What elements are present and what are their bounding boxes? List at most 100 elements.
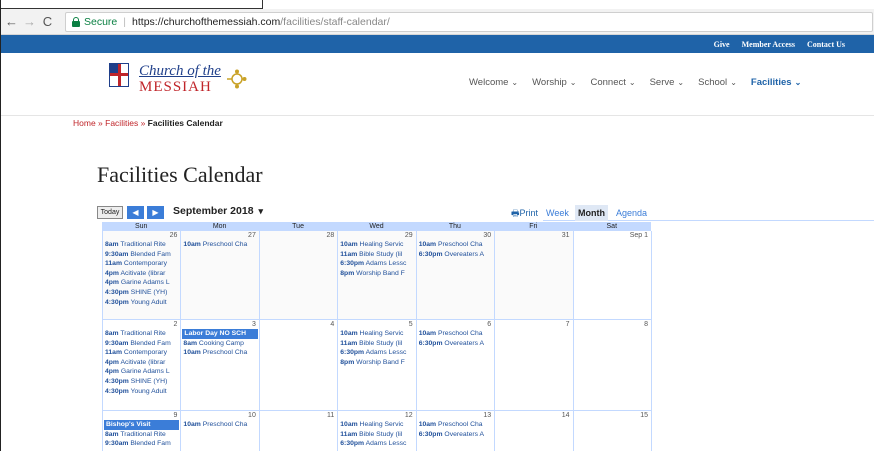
next-month-button[interactable]: ▶: [147, 206, 164, 219]
all-day-event[interactable]: Bishop's Visit: [104, 420, 180, 430]
calendar-event[interactable]: 8pm Worship Band F: [338, 269, 415, 279]
calendar-day-cell[interactable]: 28: [259, 231, 339, 319]
calendar-day-cell[interactable]: 26 8am Traditional Rite 9:30am Blended Fam…: [103, 231, 182, 319]
address-bar[interactable]: Secure | https://churchofthemessiah.com /…: [65, 12, 873, 32]
calendar-event[interactable]: 10am Preschool Cha: [181, 240, 258, 250]
calendar-event[interactable]: 4pm Garine Adams L: [103, 278, 180, 288]
calendar-day-cell[interactable]: 11: [260, 411, 339, 451]
calendar-event[interactable]: 4pm Acitivate (librar: [103, 358, 180, 368]
calendar-day-cell[interactable]: 29 10am Healing Servic 11am Bible Study (l…: [338, 231, 417, 319]
day-number: 3: [251, 321, 256, 328]
calendar-day-cell[interactable]: 7: [495, 320, 574, 410]
calendar-event[interactable]: 4pm Garine Adams L: [103, 367, 180, 377]
calendar-day-cell[interactable]: 6 10am Preschool Cha 6:30pm Overeaters A: [417, 320, 496, 410]
calendar-event[interactable]: 11am Contemporary: [103, 348, 180, 358]
calendar-event[interactable]: 6:30pm Adams Lessc: [338, 439, 415, 449]
calendar-event[interactable]: 11am Bible Study (lil: [338, 250, 415, 260]
calendar-event[interactable]: 6:30pm Overeaters A: [417, 339, 494, 349]
topbar-link-give[interactable]: Give: [714, 40, 730, 49]
calendar-day-cell[interactable]: 8: [574, 320, 652, 410]
calendar-day-cell[interactable]: 31: [495, 231, 574, 319]
calendar-day-cell[interactable]: 10 10am Preschool Cha: [181, 411, 260, 451]
tab-month[interactable]: Month: [575, 205, 608, 221]
nav-item-school[interactable]: School ⌄: [698, 77, 737, 88]
event-time: 11am: [105, 260, 123, 268]
calendar-event[interactable]: 10am Preschool Cha: [181, 348, 258, 358]
all-day-event[interactable]: Labor Day NO SCH: [182, 329, 258, 339]
calendar-day-cell[interactable]: 5 10am Healing Servic 11am Bible Study (li…: [338, 320, 417, 410]
calendar-event[interactable]: 8am Traditional Rite: [103, 430, 180, 440]
calendar-event[interactable]: 10am Preschool Cha: [417, 329, 494, 339]
screenshot-frame: ← → C Secure | https://churchofthemessia…: [0, 0, 874, 451]
calendar-day-cell[interactable]: 14: [495, 411, 574, 451]
nav-item-worship[interactable]: Worship ⌄: [532, 77, 576, 88]
breadcrumb-home[interactable]: Home: [73, 118, 96, 128]
reload-button[interactable]: C: [40, 13, 55, 31]
calendar-event[interactable]: 6:30pm Adams Lessc: [338, 348, 415, 358]
calendar-event[interactable]: 4:30pm SHINE (YH): [103, 288, 180, 298]
event-title: Healing Servic: [357, 241, 404, 248]
chevron-down-icon: ⌄: [794, 78, 802, 87]
calendar-day-cell[interactable]: 2 8am Traditional Rite 9:30am Blended Fam 1…: [103, 320, 182, 410]
forward-button[interactable]: →: [22, 13, 37, 31]
calendar-event[interactable]: 6:30pm Overeaters A: [417, 430, 494, 440]
calendar-event[interactable]: 11am Bible Study (lil: [338, 339, 415, 349]
calendar-event[interactable]: 10am Healing Servic: [338, 240, 415, 250]
chevron-down-icon: ⌄: [628, 78, 636, 87]
calendar-event[interactable]: 8am Traditional Rite: [103, 329, 180, 339]
calendar-day-cell[interactable]: 12 10am Healing Servic 11am Bible Study (l…: [338, 411, 417, 451]
calendar-event[interactable]: 9:30am Blended Fam: [103, 339, 180, 349]
calendar-event[interactable]: 9:30am Blended Fam: [103, 250, 180, 260]
calendar-day-cell[interactable]: 27 10am Preschool Cha: [181, 231, 260, 319]
calendar-day-cell[interactable]: 9 Bishop's Visit 8am Traditional Rite 9:30a…: [103, 411, 182, 451]
event-time: 10am: [340, 330, 358, 337]
site-logo[interactable]: Church of the MESSIAH: [109, 61, 259, 101]
calendar-day-cell[interactable]: 4: [260, 320, 339, 410]
calendar-event[interactable]: 4:30pm Young Adult: [103, 298, 180, 308]
day-number: 29: [404, 232, 413, 239]
prev-month-button[interactable]: ◀: [127, 206, 144, 219]
nav-item-connect[interactable]: Connect ⌄: [591, 77, 636, 88]
event-title: Young Adult: [128, 298, 167, 306]
tab-agenda[interactable]: Agenda: [613, 205, 650, 221]
nav-item-label: Facilities: [750, 77, 792, 88]
nav-item-serve[interactable]: Serve ⌄: [650, 77, 685, 88]
calendar-event[interactable]: 11am Bible Study (lil: [338, 430, 415, 440]
event-time: 11am: [340, 250, 358, 258]
calendar-event[interactable]: 10am Healing Servic: [338, 420, 415, 430]
calendar-event[interactable]: 6:30pm Overeaters A: [417, 250, 494, 260]
calendar-event[interactable]: 6:30pm Adams Lessc: [338, 259, 415, 269]
calendar-event[interactable]: 8am Cooking Camp: [181, 339, 258, 349]
calendar-day-cell[interactable]: 13 10am Preschool Cha 6:30pm Overeaters A: [417, 411, 496, 451]
calendar-event[interactable]: 8pm Worship Band F: [338, 358, 415, 368]
calendar-event[interactable]: 4:30pm SHINE (YH): [103, 377, 180, 387]
calendar-day-cell[interactable]: 15: [574, 411, 652, 451]
print-button[interactable]: 🖶Print: [511, 206, 538, 222]
topbar-link-contact-us[interactable]: Contact Us: [807, 40, 845, 49]
nav-item-welcome[interactable]: Welcome ⌄: [469, 77, 518, 88]
day-header-sun: Sun: [134, 223, 148, 230]
calendar-day-cell[interactable]: 30 10am Preschool Cha 6:30pm Overeaters A: [416, 231, 496, 319]
calendar-event[interactable]: 10am Preschool Cha: [417, 240, 494, 250]
nav-item-facilities[interactable]: Facilities ⌄: [751, 77, 801, 88]
back-button[interactable]: ←: [4, 13, 19, 31]
event-time: 9:30am: [105, 250, 129, 258]
topbar-link-member-access[interactable]: Member Access: [742, 40, 795, 49]
month-selector[interactable]: September 2018 ▾: [173, 205, 263, 217]
day-number: 30: [483, 232, 492, 239]
day-number: 14: [561, 412, 570, 419]
calendar-event[interactable]: 9:30am Blended Fam: [103, 439, 180, 449]
today-button[interactable]: Today: [97, 206, 123, 219]
calendar-event[interactable]: 10am Healing Servic: [338, 329, 415, 339]
day-number: 28: [326, 232, 335, 239]
calendar-event[interactable]: 10am Preschool Cha: [417, 420, 494, 430]
calendar-event[interactable]: 10am Preschool Cha: [181, 420, 258, 430]
event-title: Adams Lessc: [364, 260, 407, 268]
calendar-event[interactable]: 4pm Acitivate (librar: [103, 269, 180, 279]
calendar-event[interactable]: 4:30pm Young Adult: [103, 387, 180, 397]
breadcrumb-facilities[interactable]: Facilities: [105, 118, 138, 128]
calendar-day-cell[interactable]: 3 Labor Day NO SCH 8am Cooking Camp 10am Pr…: [181, 320, 260, 410]
calendar-event[interactable]: 8am Traditional Rite: [103, 240, 180, 250]
calendar-day-cell[interactable]: Sep 1: [574, 231, 652, 319]
calendar-event[interactable]: 11am Contemporary: [103, 259, 180, 269]
